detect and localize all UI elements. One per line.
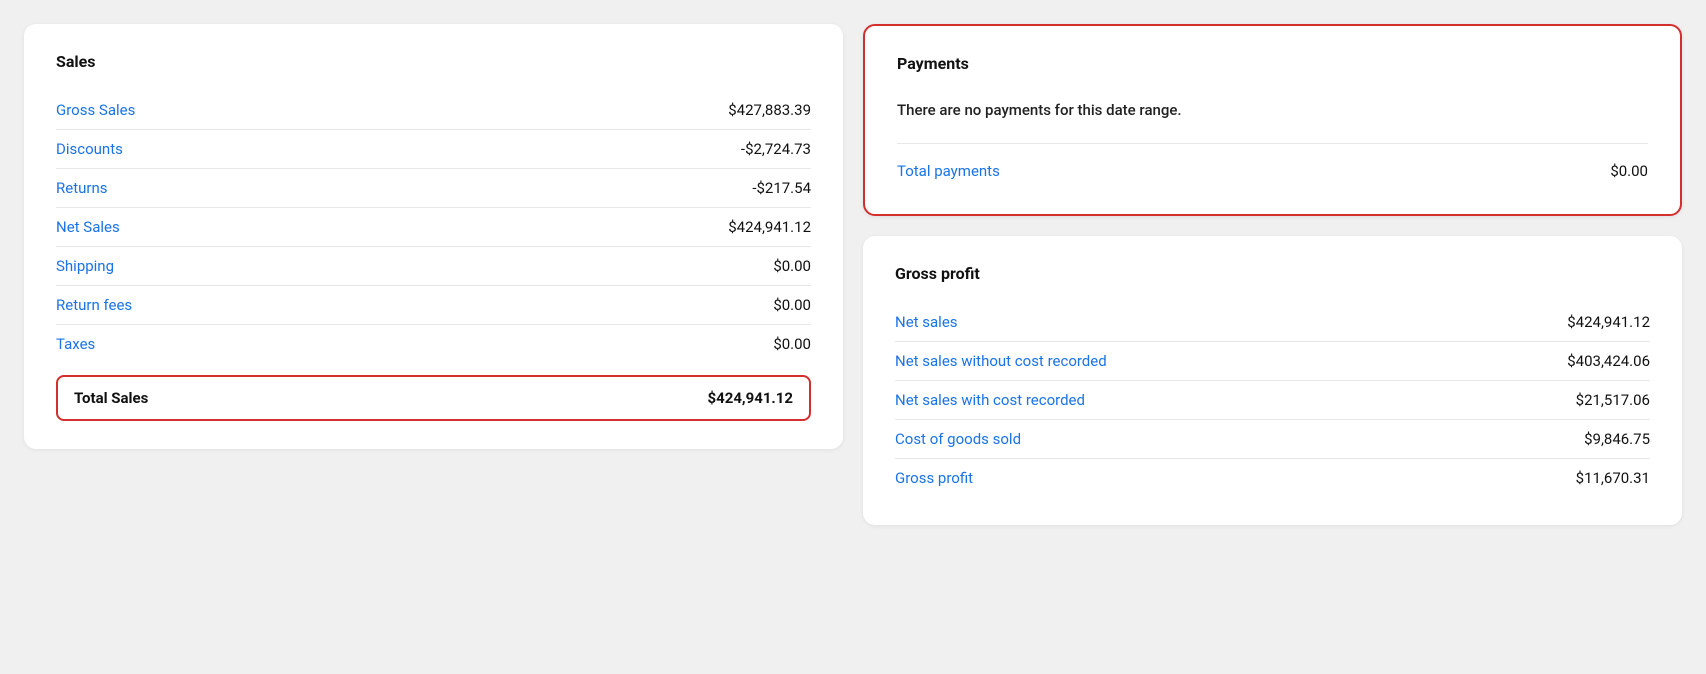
left-column: Sales Gross Sales $427,883.39 Discounts …	[24, 24, 843, 525]
right-column: Payments There are no payments for this …	[863, 24, 1682, 525]
gp-cogs-row: Cost of goods sold $9,846.75	[895, 420, 1650, 458]
gross-profit-title: Gross profit	[895, 264, 1650, 283]
total-sales-value: $424,941.12	[708, 389, 794, 407]
shipping-label[interactable]: Shipping	[56, 257, 114, 275]
taxes-value: $0.00	[773, 335, 811, 353]
gp-cogs-value: $9,846.75	[1584, 430, 1650, 448]
taxes-row: Taxes $0.00	[56, 325, 811, 363]
gross-sales-value: $427,883.39	[728, 101, 811, 119]
net-sales-row: Net Sales $424,941.12	[56, 208, 811, 246]
sales-title: Sales	[56, 52, 811, 71]
return-fees-row: Return fees $0.00	[56, 286, 811, 324]
gp-net-sales-without-row: Net sales without cost recorded $403,424…	[895, 342, 1650, 380]
returns-label[interactable]: Returns	[56, 179, 107, 197]
gross-sales-row: Gross Sales $427,883.39	[56, 91, 811, 129]
gp-gross-profit-label[interactable]: Gross profit	[895, 469, 973, 487]
discounts-value: -$2,724.73	[741, 140, 811, 158]
discounts-label[interactable]: Discounts	[56, 140, 123, 158]
payments-card: Payments There are no payments for this …	[863, 24, 1682, 216]
payments-title: Payments	[897, 54, 1648, 73]
returns-row: Returns -$217.54	[56, 169, 811, 207]
shipping-row: Shipping $0.00	[56, 247, 811, 285]
return-fees-label[interactable]: Return fees	[56, 296, 132, 314]
total-payments-row: Total payments $0.00	[897, 156, 1648, 186]
gross-profit-card: Gross profit Net sales $424,941.12 Net s…	[863, 236, 1682, 525]
return-fees-value: $0.00	[773, 296, 811, 314]
returns-value: -$217.54	[752, 179, 811, 197]
gp-net-sales-with-value: $21,517.06	[1576, 391, 1650, 409]
main-layout: Sales Gross Sales $427,883.39 Discounts …	[24, 24, 1682, 525]
net-sales-label[interactable]: Net Sales	[56, 218, 120, 236]
discounts-row: Discounts -$2,724.73	[56, 130, 811, 168]
gp-cogs-label[interactable]: Cost of goods sold	[895, 430, 1021, 448]
shipping-value: $0.00	[773, 257, 811, 275]
gp-net-sales-value: $424,941.12	[1567, 313, 1650, 331]
taxes-label[interactable]: Taxes	[56, 335, 95, 353]
gp-net-sales-without-value: $403,424.06	[1567, 352, 1650, 370]
total-payments-label[interactable]: Total payments	[897, 162, 1000, 180]
gp-net-sales-label[interactable]: Net sales	[895, 313, 958, 331]
gp-net-sales-with-label[interactable]: Net sales with cost recorded	[895, 391, 1085, 409]
total-payments-value: $0.00	[1610, 162, 1648, 180]
gross-sales-label[interactable]: Gross Sales	[56, 101, 135, 119]
gp-net-sales-with-row: Net sales with cost recorded $21,517.06	[895, 381, 1650, 419]
no-payments-message: There are no payments for this date rang…	[897, 93, 1648, 127]
total-sales-label[interactable]: Total Sales	[74, 389, 148, 407]
sales-card: Sales Gross Sales $427,883.39 Discounts …	[24, 24, 843, 449]
net-sales-value: $424,941.12	[728, 218, 811, 236]
gp-net-sales-without-label[interactable]: Net sales without cost recorded	[895, 352, 1107, 370]
total-sales-row: Total Sales $424,941.12	[56, 375, 811, 421]
gp-gross-profit-row: Gross profit $11,670.31	[895, 459, 1650, 497]
payments-divider	[897, 143, 1648, 144]
gp-gross-profit-value: $11,670.31	[1576, 469, 1650, 487]
gp-net-sales-row: Net sales $424,941.12	[895, 303, 1650, 341]
